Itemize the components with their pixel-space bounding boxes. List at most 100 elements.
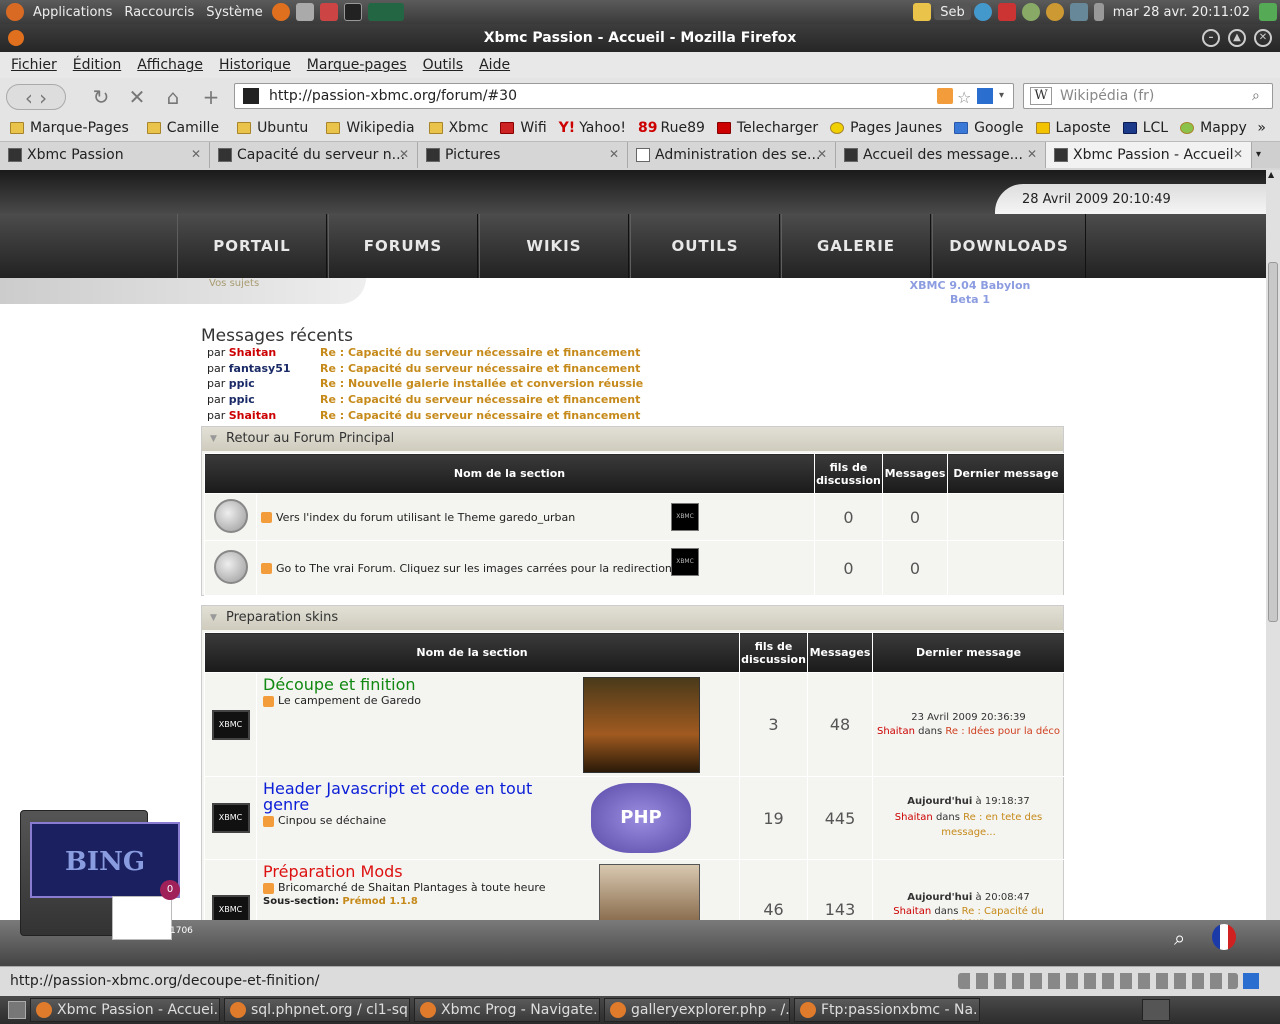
search-input[interactable]: W Wikipédia (fr) ⌕ [1023, 83, 1273, 109]
volume-icon[interactable] [1093, 3, 1104, 21]
recent-user[interactable]: ppic [229, 393, 255, 406]
network-icon[interactable] [973, 3, 992, 21]
close-tab-icon[interactable]: ✕ [1027, 147, 1037, 161]
close-tab-icon[interactable]: ✕ [609, 147, 619, 161]
menu-view[interactable]: Affichage [137, 57, 203, 73]
search-icon[interactable]: ⌕ [1252, 84, 1260, 108]
close-tab-icon[interactable]: ✕ [817, 147, 827, 161]
star-icon[interactable]: ☆ [957, 86, 971, 110]
mail-launcher-icon[interactable] [295, 3, 314, 21]
user-menu[interactable]: Seb [934, 4, 971, 20]
last-user[interactable]: Shaitan [893, 906, 931, 917]
recent-topic[interactable]: Re : Capacité du serveur nécessaire et f… [320, 393, 640, 406]
last-user[interactable]: Shaitan [895, 812, 933, 823]
info-icon[interactable] [977, 88, 993, 104]
bookmark-rue89[interactable]: 89 Rue89 [638, 120, 705, 136]
bookmark-mappy[interactable]: Mappy [1180, 120, 1247, 136]
menu-bookmarks[interactable]: Marque-pages [307, 57, 407, 73]
recent-topic[interactable]: Re : Nouvelle galerie installée et conve… [320, 377, 643, 390]
last-topic[interactable]: Re : Idées pour la déco [945, 726, 1060, 737]
applications-menu[interactable]: Applications [27, 5, 118, 20]
firefox-icon[interactable] [8, 30, 24, 46]
addon-icon[interactable] [1243, 973, 1259, 989]
nav-forums[interactable]: FORUMS [328, 214, 478, 278]
scroll-thumb[interactable] [1268, 262, 1278, 622]
task-phpnet[interactable]: sql.phpnet.org / cl1-sq... [224, 998, 410, 1022]
bookmark-wikipedia[interactable]: Wikipedia [326, 120, 415, 136]
forum-link[interactable]: Vers l'index du forum utilisant le Theme… [276, 511, 575, 524]
display-icon[interactable] [1069, 3, 1088, 21]
tool-launcher-icon[interactable] [319, 3, 338, 21]
xbmc-version[interactable]: XBMC 9.04 Babylon Beta 1 [880, 279, 1060, 306]
bookmark-wifi[interactable]: Wifi [500, 120, 547, 136]
recent-topic[interactable]: Re : Capacité du serveur nécessaire et f… [320, 346, 640, 359]
xbmc-tv-icon[interactable]: XBMC [211, 894, 250, 920]
nav-downloads[interactable]: DOWNLOADS [932, 214, 1086, 278]
rss-icon[interactable] [263, 882, 274, 894]
recent-topic[interactable]: Re : Capacité du serveur nécessaire et f… [320, 409, 640, 422]
rss-icon[interactable] [263, 815, 274, 827]
tray-app2-icon[interactable] [1045, 3, 1064, 21]
magnifier-icon[interactable]: ⌕ [1174, 926, 1185, 950]
section-title[interactable]: Retour au Forum Principal [202, 427, 1063, 451]
folder-icon[interactable] [913, 3, 932, 21]
menu-history[interactable]: Historique [219, 57, 291, 73]
forum-title-link[interactable]: Header Javascript et code en tout genre [263, 781, 559, 813]
bookmark-google[interactable]: Google [954, 120, 1024, 136]
task-ftp[interactable]: Ftp:passionxbmc - Na... [794, 998, 980, 1022]
xbmc-thumb-icon[interactable]: XBMC [671, 503, 699, 531]
recent-user[interactable]: ppic [229, 377, 255, 390]
wikipedia-engine-icon[interactable]: W [1030, 87, 1052, 105]
rss-icon[interactable] [263, 695, 274, 707]
recent-user[interactable]: fantasy51 [229, 362, 291, 375]
nav-wikis[interactable]: WIKIS [479, 214, 629, 278]
bookmark-laposte[interactable]: Laposte [1035, 120, 1111, 136]
bookmark-xbmc[interactable]: Xbmc [428, 120, 488, 136]
tab-xbmc-passion[interactable]: Xbmc Passion ✕ [0, 142, 210, 168]
rss-icon[interactable] [261, 563, 272, 574]
tray-app-icon[interactable] [1021, 3, 1040, 21]
firefox-launcher-icon[interactable] [271, 3, 290, 21]
forum-image-caravan[interactable] [583, 677, 700, 773]
section-title[interactable]: Preparation skins [202, 606, 1063, 630]
xbmc-tv-icon[interactable]: XBMC [211, 803, 250, 833]
bookmark-marque-pages[interactable]: Marque-Pages [10, 120, 129, 136]
terminal-launcher-icon[interactable] [343, 3, 362, 21]
recent-topic[interactable]: Re : Capacité du serveur nécessaire et f… [320, 362, 640, 375]
shortcuts-menu[interactable]: Raccourcis [118, 5, 200, 20]
show-desktop-icon[interactable] [8, 1001, 26, 1019]
url-dropdown-icon[interactable]: ▾ [999, 84, 1004, 108]
recent-user[interactable]: Shaitan [229, 409, 276, 422]
bing-mail-widget[interactable]: BING 0 1706 [20, 810, 193, 940]
tab-list-icon[interactable]: ▾ [1256, 142, 1272, 168]
close-tab-icon[interactable]: ✕ [399, 147, 409, 161]
maximize-icon[interactable]: ▲ [1228, 29, 1246, 47]
bookmark-camille[interactable]: Camille [146, 120, 219, 136]
home-icon[interactable]: ⌂ [160, 84, 186, 110]
bookmark-pages-jaunes[interactable]: Pages Jaunes [830, 120, 942, 136]
reload-icon[interactable]: ↻ [88, 84, 114, 110]
task-galleryexplorer[interactable]: galleryexplorer.php - /... [604, 998, 790, 1022]
forum-link[interactable]: Go to The vrai Forum. Cliquez sur les im… [276, 562, 672, 575]
rss-icon[interactable] [261, 512, 272, 523]
php-elephant-icon[interactable]: PHP [591, 783, 691, 853]
subsection-link[interactable]: Prémod 1.1.8 [342, 896, 417, 907]
recent-user[interactable]: Shaitan [229, 346, 276, 359]
tab-pictures[interactable]: Pictures ✕ [418, 142, 628, 168]
french-flag-icon[interactable] [1212, 924, 1236, 950]
update-icon[interactable] [997, 3, 1016, 21]
close-tab-icon[interactable]: ✕ [191, 147, 201, 161]
nav-portail[interactable]: PORTAIL [177, 214, 327, 278]
nav-galerie[interactable]: GALERIE [781, 214, 931, 278]
xbmc-tv-icon[interactable]: XBMC [211, 709, 250, 740]
chevron-right-icon[interactable]: » [1257, 120, 1266, 136]
forum-globe-icon[interactable] [213, 498, 248, 533]
back-forward-icon[interactable]: ‹ › [6, 84, 66, 110]
tab-xbmc-accueil[interactable]: Xbmc Passion - Accueil ✕ [1046, 142, 1252, 168]
bookmark-ubuntu[interactable]: Ubuntu [237, 120, 308, 136]
page-scrollbar[interactable]: ▲ [1266, 170, 1280, 920]
task-firefox[interactable]: Xbmc Passion - Accuei... [30, 998, 220, 1022]
menu-tools[interactable]: Outils [423, 57, 463, 73]
vos-sujets-link[interactable]: Vos sujets [209, 278, 259, 289]
clock[interactable]: mar 28 avr. 20:11:02 [1107, 5, 1256, 20]
